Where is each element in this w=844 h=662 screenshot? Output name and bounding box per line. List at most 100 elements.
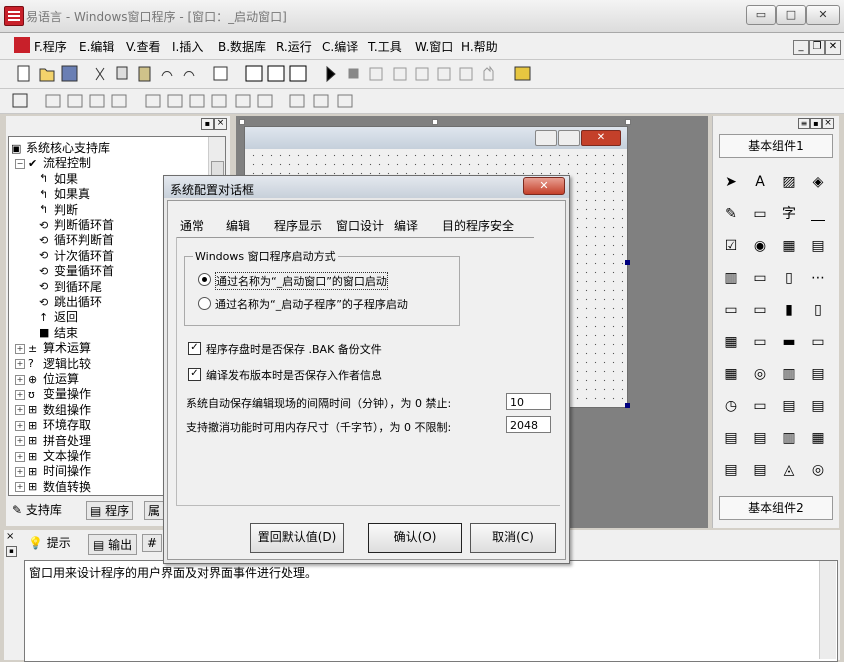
tree-item[interactable]: ↰ 如果 <box>39 172 78 187</box>
tree-item[interactable]: + ʊ 变量操作 <box>15 387 91 402</box>
component-icon[interactable]: ◬ <box>777 458 801 482</box>
component-icon[interactable]: ▯ <box>806 298 830 322</box>
tree-item[interactable]: ⟲ 计次循环首 <box>39 249 114 264</box>
component-icon[interactable]: ▯ <box>777 266 801 290</box>
component-icon[interactable]: ▨ <box>777 170 801 194</box>
mdi-restore-button[interactable]: ❐ <box>809 40 825 55</box>
panel-close-button[interactable]: × <box>822 118 834 129</box>
component-group-header[interactable]: 基本组件1 <box>719 134 833 158</box>
tab-security[interactable]: 目的程序安全 <box>442 217 514 234</box>
tree-item[interactable]: + ⊞ 时间操作 <box>15 464 91 479</box>
tab-library[interactable]: ✎ 支持库 <box>12 501 62 518</box>
resize-handle[interactable] <box>432 119 438 125</box>
minimize-button[interactable]: ▭ <box>746 5 776 25</box>
expand-icon[interactable]: + <box>15 389 25 400</box>
component-icon[interactable]: ▭ <box>748 202 772 226</box>
radio-startup-sub[interactable] <box>198 297 211 310</box>
component-icon[interactable]: ▭ <box>806 330 830 354</box>
menu-run[interactable]: R.运行 <box>276 38 312 55</box>
tree-item[interactable]: ↰ 判断 <box>39 203 78 218</box>
tree-item[interactable]: ■ 结束 <box>39 326 78 341</box>
checkbox-author-label[interactable]: 编译发布版本时是否保存入作者信息 <box>206 367 382 383</box>
component-icon[interactable]: ◉ <box>748 234 772 258</box>
resize-handle[interactable] <box>239 119 245 125</box>
panel-pin-button[interactable]: ≡ <box>798 118 810 129</box>
component-icon[interactable]: ▤ <box>719 426 743 450</box>
bottom-close-button[interactable]: × <box>6 532 15 542</box>
expand-icon[interactable]: + <box>15 482 25 493</box>
menu-window[interactable]: W.窗口 <box>415 38 453 55</box>
tree-item[interactable]: + ⊞ 环境存取 <box>15 418 91 433</box>
component-icon[interactable]: ◷ <box>719 394 743 418</box>
expand-icon[interactable]: + <box>15 343 25 354</box>
component-icon[interactable]: ▭ <box>748 298 772 322</box>
tab-more[interactable]: # <box>142 534 163 552</box>
component-icon[interactable]: ▭ <box>748 266 772 290</box>
menu-program[interactable]: F.程序 <box>34 38 67 55</box>
expand-icon[interactable]: + <box>15 436 25 447</box>
checkbox-bak-label[interactable]: 程序存盘时是否保存 .BAK 备份文件 <box>206 341 382 357</box>
collapse-icon[interactable]: − <box>15 158 25 169</box>
tab-display[interactable]: 程序显示 <box>274 217 322 234</box>
menu-compile[interactable]: C.编译 <box>322 38 358 55</box>
reset-defaults-button[interactable]: 置回默认值(D) <box>250 523 344 553</box>
radio-startup-sub-label[interactable]: 通过名称为“_启动子程序”的子程序启动 <box>215 296 408 312</box>
tab-hint[interactable]: 💡 提示 <box>28 534 71 551</box>
menu-view[interactable]: V.查看 <box>126 38 160 55</box>
tree-item[interactable]: +? 逻辑比较 <box>15 357 91 372</box>
tree-item[interactable]: ▣ 系统核心支持库 <box>11 141 110 156</box>
radio-startup-window[interactable] <box>198 273 211 286</box>
component-icon[interactable]: ▮ <box>777 298 801 322</box>
tree-item[interactable]: + ⊞ 数组操作 <box>15 403 91 418</box>
expand-icon[interactable]: + <box>15 405 25 416</box>
component-icon[interactable]: ▥ <box>719 266 743 290</box>
close-button[interactable]: ✕ <box>806 5 840 25</box>
menu-database[interactable]: B.数据库 <box>218 38 266 55</box>
tree-item[interactable]: ⟲ 跳出循环 <box>39 295 102 310</box>
autosave-input[interactable]: 10 <box>506 393 551 410</box>
tab-general[interactable]: 通常 <box>180 217 204 234</box>
component-icon[interactable]: 字 <box>777 202 801 226</box>
component-group-footer[interactable]: 基本组件2 <box>719 496 833 520</box>
component-icon[interactable]: ▤ <box>748 426 772 450</box>
component-icon[interactable]: ▤ <box>806 362 830 386</box>
expand-icon[interactable]: + <box>15 374 25 385</box>
hint-text-area[interactable]: 窗口用来设计程序的用户界面及对界面事件进行处理。 <box>24 560 838 662</box>
tab-program[interactable]: ▤ 程序 <box>86 501 134 520</box>
tab-property[interactable]: 属 <box>144 501 165 520</box>
component-icon[interactable]: ▤ <box>777 394 801 418</box>
component-icon[interactable]: ◎ <box>806 458 830 482</box>
checkbox-bak[interactable]: ✓ <box>188 342 201 355</box>
maximize-button[interactable]: □ <box>776 5 806 25</box>
checkbox-author[interactable]: ✓ <box>188 368 201 381</box>
undo-memory-input[interactable]: 2048 <box>506 416 551 433</box>
menu-insert[interactable]: I.插入 <box>172 38 203 55</box>
component-icon[interactable]: ✎ <box>719 202 743 226</box>
tab-output[interactable]: ▤ 输出 <box>88 534 138 555</box>
menu-tools[interactable]: T.工具 <box>368 38 402 55</box>
component-icon[interactable]: ▭ <box>719 298 743 322</box>
expand-icon[interactable]: + <box>15 359 25 370</box>
ok-button[interactable]: 确认(O) <box>368 523 462 553</box>
panel-restore-button[interactable]: ▪ <box>201 118 214 130</box>
component-icon[interactable]: ➤ <box>719 170 743 194</box>
tree-item[interactable]: ↰ 如果真 <box>39 187 90 202</box>
component-icon[interactable]: ▦ <box>806 426 830 450</box>
tree-item[interactable]: + ± 算术运算 <box>15 341 91 356</box>
expand-icon[interactable]: + <box>15 451 25 462</box>
component-icon[interactable]: ◎ <box>748 362 772 386</box>
component-icon[interactable]: ⋯ <box>806 266 830 290</box>
component-icon[interactable]: ▦ <box>719 330 743 354</box>
tree-item[interactable]: − ✔ 流程控制 <box>15 156 91 171</box>
tab-edit[interactable]: 编辑 <box>226 217 250 234</box>
panel-close-button[interactable]: × <box>214 118 227 130</box>
tab-compile[interactable]: 编译 <box>394 217 418 234</box>
component-icon[interactable]: ▭ <box>748 394 772 418</box>
mdi-close-button[interactable]: ✕ <box>825 40 841 55</box>
menu-edit[interactable]: E.编辑 <box>79 38 114 55</box>
resize-handle[interactable] <box>625 119 631 125</box>
hint-scrollbar[interactable] <box>819 561 836 659</box>
component-icon[interactable]: ▥ <box>777 362 801 386</box>
tree-item[interactable]: + ⊞ 拼音处理 <box>15 434 91 449</box>
component-icon[interactable]: ▤ <box>806 234 830 258</box>
